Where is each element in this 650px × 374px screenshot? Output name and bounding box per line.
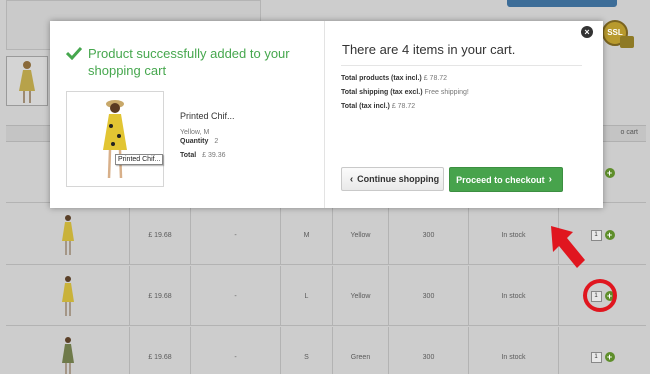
row-image-cell (6, 327, 130, 374)
total-label: Total (180, 152, 197, 159)
summary-total-label: Total (tax incl.) (341, 103, 390, 110)
add-icon[interactable]: + (604, 168, 615, 178)
summary-total: Total (tax incl.) £ 78.72 (341, 103, 415, 110)
modal-cart-summary-panel: There are 4 items in your cart. Total pr… (325, 21, 603, 208)
header-add-to-cart-label: o cart (620, 129, 638, 136)
success-message: Product successfully added to your shopp… (66, 45, 316, 79)
continue-shopping-button[interactable]: ‹ Continue shopping (341, 167, 444, 191)
row-stock-cell: In stock (469, 327, 559, 374)
success-message-text: Product successfully added to your shopp… (88, 46, 290, 78)
dress-icon (19, 61, 35, 103)
annotation-circle (583, 279, 617, 312)
row-color-cell: Yellow (333, 205, 389, 265)
row-image-cell (6, 266, 130, 326)
summary-shipping-label: Total shipping (tax excl.) (341, 89, 423, 96)
row-color-cell: Green (333, 327, 389, 374)
checkmark-icon (66, 46, 82, 60)
proceed-to-checkout-button[interactable]: Proceed to checkout › (449, 167, 563, 192)
row-size-cell: S (281, 327, 333, 374)
row-stock-cell: In stock (469, 266, 559, 326)
row-stock-qty-cell: 300 (389, 327, 469, 374)
quantity-input[interactable]: 1 (590, 351, 602, 363)
quantity-label: Quantity (180, 138, 209, 145)
cart-count-heading: There are 4 items in your cart. (342, 42, 516, 57)
add-to-cart-modal: Product successfully added to your shopp… (50, 21, 603, 208)
chevron-right-icon: › (548, 174, 552, 185)
product-thumbnail[interactable] (6, 56, 48, 106)
divider (341, 65, 582, 66)
lock-icon (620, 36, 634, 48)
summary-shipping-value: Free shipping! (424, 89, 469, 96)
summary-total-products: Total products (tax incl.) £ 78.72 (341, 75, 447, 82)
row-color-cell: Yellow (333, 266, 389, 326)
row-dash-cell: - (191, 205, 281, 265)
summary-total-shipping: Total shipping (tax excl.) Free shipping… (341, 89, 469, 96)
row-dash-cell: - (191, 266, 281, 326)
modal-product-panel: Product successfully added to your shopp… (50, 21, 325, 208)
chevron-left-icon: ‹ (349, 173, 354, 185)
row-size-cell: M (281, 205, 333, 265)
row-price-cell: £ 19.68 (130, 266, 191, 326)
quantity-value: 2 (214, 138, 219, 145)
continue-shopping-label: Continue shopping (357, 174, 440, 184)
row-price-cell: £ 19.68 (130, 327, 191, 374)
summary-products-label: Total products (tax incl.) (341, 75, 422, 82)
dress-icon (61, 215, 74, 255)
row-stock-qty-cell: 300 (389, 266, 469, 326)
table-row: £ 19.68 - S Green 300 In stock 1 + (6, 327, 646, 374)
product-total: Total £ 39.36 (180, 152, 226, 159)
row-image-cell (6, 205, 130, 265)
summary-products-value: £ 78.72 (423, 75, 448, 82)
product-image: Printed Chif... (66, 91, 164, 187)
add-icon[interactable]: + (604, 230, 615, 240)
row-stock-cell: In stock (469, 205, 559, 265)
annotation-arrow-icon (551, 226, 585, 268)
row-dash-cell: - (191, 327, 281, 374)
total-value: £ 39.36 (202, 152, 226, 159)
add-icon[interactable]: + (604, 352, 615, 362)
add-to-cart-button-partial[interactable] (507, 0, 617, 7)
row-price-cell: £ 19.68 (130, 205, 191, 265)
dress-icon (61, 337, 74, 374)
product-tooltip: Printed Chif... (115, 154, 164, 165)
summary-total-value: £ 78.72 (391, 103, 416, 110)
dress-icon (61, 276, 74, 316)
row-stock-qty-cell: 300 (389, 205, 469, 265)
product-quantity: Quantity 2 (180, 138, 218, 145)
proceed-to-checkout-label: Proceed to checkout (456, 174, 545, 185)
product-attributes: Yellow, M (180, 129, 210, 136)
row-size-cell: L (281, 266, 333, 326)
quantity-input[interactable]: 1 (590, 229, 602, 241)
product-name: Printed Chif... (180, 111, 235, 121)
dress-model-icon (103, 100, 127, 179)
row-cart-cell: 1 + (559, 327, 646, 374)
close-icon[interactable]: × (581, 26, 593, 38)
table-row: £ 19.68 - L Yellow 300 In stock 1 + (6, 266, 646, 326)
